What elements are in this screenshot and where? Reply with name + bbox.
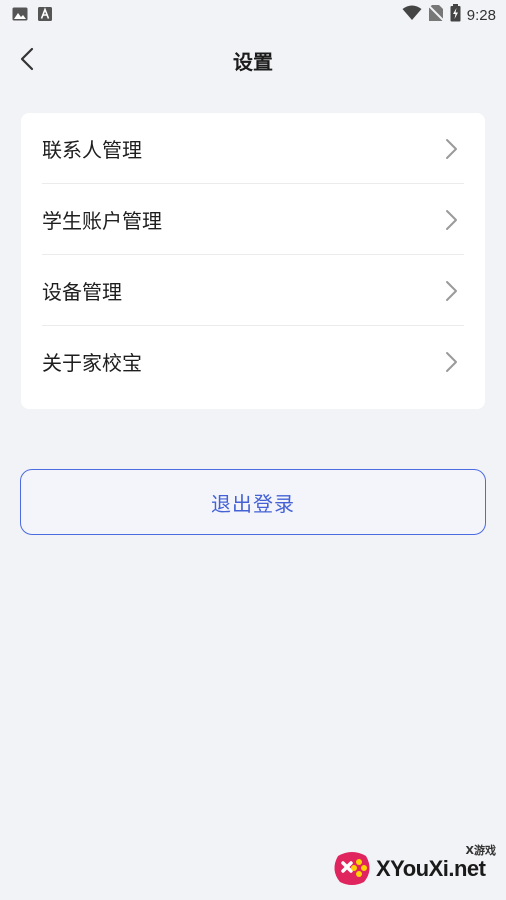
settings-item-about[interactable]: 关于家校宝 [42, 326, 464, 397]
status-left-icons [12, 6, 52, 25]
status-bar: 9:28 [0, 0, 506, 28]
header: 设置 [0, 28, 506, 94]
text-a-icon [38, 6, 52, 25]
gamepad-logo-icon [330, 846, 374, 890]
chevron-right-icon [444, 351, 458, 373]
status-time: 9:28 [466, 6, 496, 24]
page-title: 设置 [233, 50, 273, 74]
no-sim-icon [427, 4, 445, 26]
watermark-text: XYouXi.net [376, 856, 486, 881]
logout-button[interactable]: 退出登录 [20, 469, 486, 535]
chevron-right-icon [444, 138, 458, 160]
image-icon [12, 6, 28, 25]
wifi-icon [402, 5, 422, 25]
chevron-right-icon [444, 209, 458, 231]
battery-charging-icon [450, 4, 461, 26]
settings-item-devices[interactable]: 设备管理 [42, 255, 464, 326]
status-right-icons: 9:28 [402, 4, 496, 26]
settings-item-label: 联系人管理 [42, 138, 142, 162]
settings-item-label: 设备管理 [42, 280, 122, 304]
settings-item-contacts[interactable]: 联系人管理 [42, 113, 464, 184]
settings-screen: 9:28 设置 联系人管理 学生账户管理 设备管理 关于家校宝 退出登录 X游戏… [0, 0, 506, 900]
watermark: X游戏 XYouXi.net [330, 842, 500, 892]
chevron-right-icon [444, 280, 458, 302]
settings-item-label: 关于家校宝 [42, 351, 142, 375]
settings-list: 联系人管理 学生账户管理 设备管理 关于家校宝 [21, 113, 485, 409]
logout-label: 退出登录 [211, 491, 295, 516]
settings-item-student-account[interactable]: 学生账户管理 [42, 184, 464, 255]
settings-item-label: 学生账户管理 [42, 209, 162, 233]
